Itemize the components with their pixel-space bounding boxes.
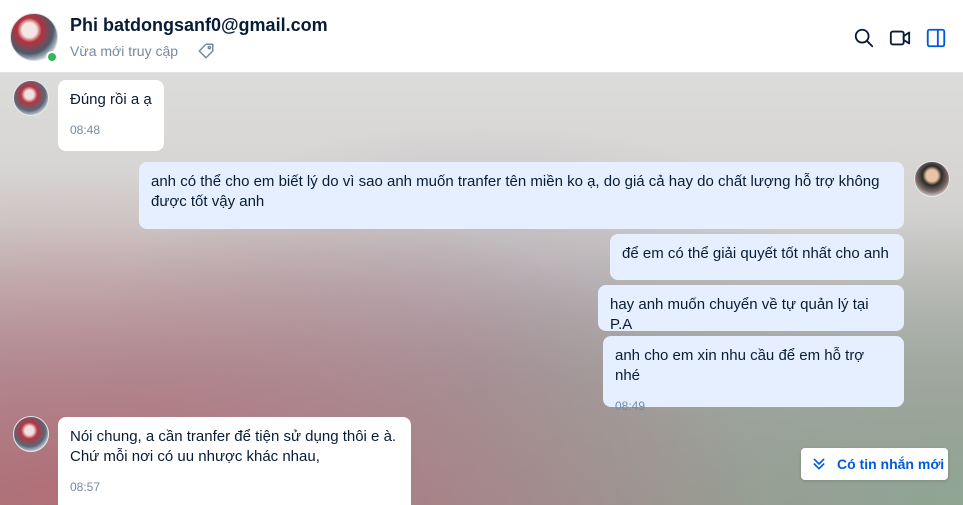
message-time: 08:57	[70, 480, 101, 494]
message-list[interactable]: Đúng rồi a ạ 08:48 anh có thể cho em biế…	[0, 73, 963, 505]
message-text: Đúng rồi a ạ	[70, 91, 152, 108]
contact-name[interactable]: Phi batdongsanf0@gmail.com	[70, 15, 328, 36]
message-time: 08:48	[70, 123, 101, 137]
message-bubble-incoming[interactable]: Đúng rồi a ạ 08:48	[58, 80, 164, 151]
search-icon[interactable]	[853, 27, 875, 49]
message-text: để em có thể giải quyết tốt nhất cho anh	[622, 245, 889, 262]
message-bubble-outgoing[interactable]: anh cho em xin nhu cầu để em hỗ trợ nhé …	[603, 336, 904, 413]
tag-icon[interactable]	[197, 42, 215, 60]
new-message-button[interactable]: Có tin nhắn mới	[801, 448, 948, 480]
new-message-label: Có tin nhắn mới	[837, 456, 945, 472]
message-text: hay anh muốn chuyển về tự quản lý tại P.…	[610, 296, 869, 333]
contact-avatar-small[interactable]	[13, 416, 49, 452]
message-bubble-outgoing[interactable]: hay anh muốn chuyển về tự quản lý tại P.…	[598, 285, 904, 333]
my-avatar-small[interactable]	[914, 161, 950, 197]
message-text: anh có thể cho em biết lý do vì sao anh …	[151, 173, 880, 210]
message-time: 08:49	[615, 399, 646, 413]
chat-header: Phi batdongsanf0@gmail.com Vừa mới truy …	[0, 0, 963, 73]
message-text: Nói chung, a cần tranfer để tiện sử dụng…	[70, 428, 397, 465]
message-bubble-incoming[interactable]: Nói chung, a cần tranfer để tiện sử dụng…	[58, 417, 411, 505]
message-text: anh cho em xin nhu cầu để em hỗ trợ nhé	[615, 347, 865, 384]
chevron-double-down-icon	[813, 458, 825, 470]
online-status-dot	[46, 51, 58, 63]
message-bubble-outgoing[interactable]: anh có thể cho em biết lý do vì sao anh …	[139, 162, 904, 229]
sidebar-toggle-icon[interactable]	[925, 27, 947, 49]
video-call-icon[interactable]	[889, 27, 911, 49]
message-bubble-outgoing[interactable]: để em có thể giải quyết tốt nhất cho anh	[610, 234, 904, 280]
contact-status: Vừa mới truy cập	[70, 43, 179, 59]
contact-avatar-small[interactable]	[13, 80, 49, 116]
